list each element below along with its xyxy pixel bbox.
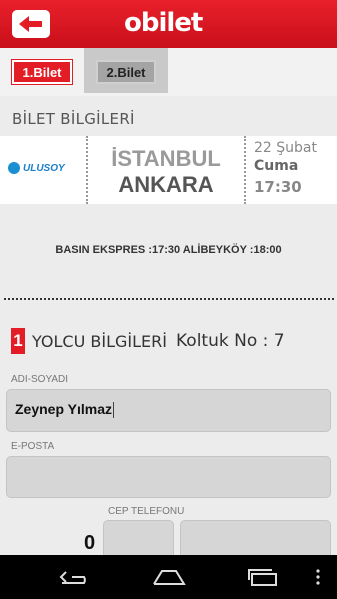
phone-prefix: 0 — [84, 532, 96, 554]
route-info: BASIN EKSPRES :17:30 ALİBEYKÖY :18:00 — [55, 244, 282, 256]
phone-area-code-field[interactable] — [103, 520, 174, 560]
trip-time: 17:30 — [254, 178, 302, 196]
overflow-menu-button[interactable] — [310, 563, 326, 591]
email-field[interactable] — [6, 456, 331, 498]
app-header: obilet — [0, 0, 337, 48]
tab-ticket-2[interactable]: 2.Bilet — [96, 60, 156, 84]
back-arrow-icon — [19, 16, 42, 32]
nav-home-icon — [153, 570, 186, 585]
back-button[interactable] — [12, 10, 50, 38]
ulusoy-logo-mark-icon — [8, 162, 20, 174]
operator-name: ULUSOY — [23, 162, 65, 174]
departure-city: İSTANBUL — [111, 146, 221, 171]
name-field[interactable]: Zeynep Yılmaz — [6, 389, 331, 432]
email-label: E-POSTA — [11, 441, 55, 452]
nav-recent-button[interactable] — [244, 563, 282, 591]
name-label: ADI-SOYADI — [11, 374, 69, 385]
nav-recent-icon — [248, 569, 277, 586]
ticket-tabs: 1.Bilet 2.Bilet — [0, 48, 337, 96]
passenger-info-heading: YOLCU BİLGİLERİ — [32, 332, 167, 351]
section-separator — [4, 298, 334, 300]
obilet-logo: obilet — [124, 8, 203, 38]
operator-logo: ULUSOY — [8, 162, 65, 174]
phone-number-field[interactable] — [180, 520, 331, 560]
system-nav-bar — [0, 555, 337, 599]
passenger-number-badge: 1 — [11, 328, 25, 354]
trip-day: Cuma — [254, 158, 299, 174]
trip-card: ULUSOY İSTANBUL ANKARA 22 Şubat Cuma 17:… — [0, 136, 337, 204]
name-value: Zeynep Yılmaz — [15, 401, 115, 419]
arrival-city: ANKARA — [118, 172, 214, 197]
divider — [244, 136, 246, 204]
phone-label: CEP TELEFONU — [108, 506, 185, 517]
nav-home-button[interactable] — [150, 563, 188, 591]
tab-ticket-1[interactable]: 1.Bilet — [12, 60, 72, 84]
tab-ticket-2-wrapper[interactable]: 2.Bilet — [84, 48, 168, 93]
trip-date: 22 Şubat — [254, 140, 317, 156]
ticket-info-heading: BİLET BİLGİLERİ — [12, 110, 135, 128]
nav-back-icon — [59, 571, 86, 584]
seat-number: Koltuk No : 7 — [176, 331, 285, 351]
text-caret — [113, 402, 115, 419]
overflow-menu-icon — [316, 569, 320, 585]
nav-back-button[interactable] — [56, 563, 94, 591]
